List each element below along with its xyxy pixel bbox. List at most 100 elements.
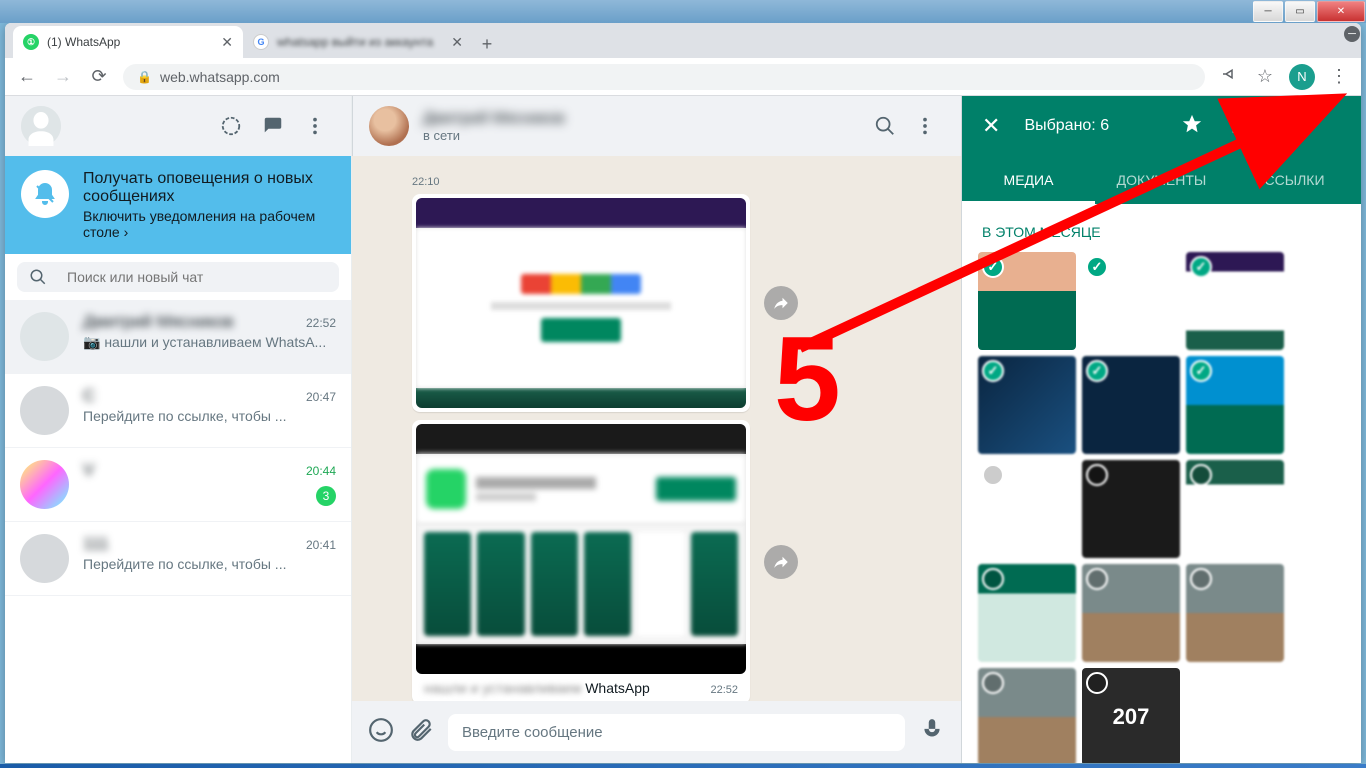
chat-preview: Перейдите по ссылке, чтобы ... [83, 408, 336, 424]
tab-title: (1) WhatsApp [47, 35, 213, 49]
attach-icon[interactable] [408, 717, 434, 748]
tab-links[interactable]: ССЫЛКИ [1228, 156, 1361, 204]
share-icon[interactable] [1217, 65, 1241, 88]
close-tab-icon[interactable]: ✕ [221, 34, 233, 51]
media-section-title: В ЭТОМ МЕСЯЦЕ [982, 224, 1341, 240]
chat-time: 20:47 [306, 390, 336, 404]
message-input[interactable]: Введите сообщение [448, 714, 905, 751]
forward-icon[interactable] [1273, 113, 1295, 140]
media-thumb[interactable] [1082, 564, 1180, 662]
media-thumb[interactable]: 207 [1082, 668, 1180, 763]
chat-list: Дмитрий Мясников22:52 📷 нашли и устанавл… [5, 300, 351, 763]
selected-count: Выбрано: 6 [1024, 117, 1157, 135]
forward-icon[interactable] [764, 286, 798, 320]
new-tab-button[interactable]: + [473, 30, 501, 58]
chat-avatar [20, 460, 69, 509]
tab-google-search[interactable]: G whatsapp выйти из аккаунта ✕ [243, 26, 473, 58]
composer: Введите сообщение [352, 701, 961, 763]
media-thumb[interactable] [978, 252, 1076, 350]
search-input[interactable] [67, 269, 327, 285]
chat-header: Дмитрий Мясников в сети [352, 96, 961, 156]
messages-list: 22:10 [352, 156, 961, 701]
close-panel-icon[interactable]: ✕ [982, 113, 1000, 139]
contact-avatar[interactable] [369, 106, 409, 146]
chat-name: Дмитрий Мясников [83, 312, 234, 332]
chat-avatar [20, 312, 69, 361]
close-window-button[interactable]: ✕ [1317, 1, 1365, 22]
media-grid: 207 [972, 252, 1351, 763]
message-image[interactable] [412, 194, 750, 412]
message-image[interactable]: нашли и устанавливаем WhatsApp 22:52 [412, 420, 750, 701]
chat-time: 20:41 [306, 538, 336, 552]
media-tabs: МЕДИА ДОКУМЕНТЫ ССЫЛКИ [962, 156, 1361, 204]
url-input[interactable]: 🔒 web.whatsapp.com [123, 64, 1205, 90]
search-container [5, 254, 351, 300]
media-thumb[interactable] [1082, 460, 1180, 558]
tab-media[interactable]: МЕДИА [962, 156, 1095, 204]
chat-item[interactable]: 111 20:41 Перейдите по ссылке, чтобы ... [5, 522, 351, 596]
delete-icon[interactable] [1227, 113, 1249, 140]
minimize-button[interactable]: ─ [1253, 1, 1283, 22]
search-box[interactable] [17, 262, 339, 292]
window-titlebar: ─ ▭ ✕ [0, 0, 1366, 23]
lock-icon: 🔒 [137, 70, 152, 84]
chat-item[interactable]: V20:44 3 [5, 448, 351, 522]
notification-subtitle: Включить уведомления на рабочем столе › [83, 208, 335, 240]
media-thumb[interactable] [1186, 356, 1284, 454]
emoji-icon[interactable] [368, 717, 394, 748]
chat-menu-icon[interactable] [905, 106, 945, 146]
download-icon[interactable] [1319, 113, 1341, 140]
chat-item[interactable]: C 20:47 Перейдите по ссылке, чтобы ... [5, 374, 351, 448]
media-thumb[interactable] [1186, 460, 1284, 558]
maximize-button[interactable]: ▭ [1285, 1, 1315, 22]
profile-avatar[interactable]: N [1289, 64, 1315, 90]
chat-avatar [20, 534, 69, 583]
chat-preview: Перейдите по ссылке, чтобы ... [83, 556, 336, 572]
reload-button[interactable]: ⟳ [87, 66, 111, 87]
browser-minimize[interactable]: ─ [1344, 26, 1360, 42]
mic-icon[interactable] [919, 717, 945, 748]
forward-button[interactable]: → [51, 66, 75, 87]
tab-title: whatsapp выйти из аккаунта [277, 35, 443, 49]
media-thumb[interactable] [1186, 564, 1284, 662]
status-icon[interactable] [211, 106, 251, 146]
caption-text: WhatsApp [585, 680, 650, 696]
notification-banner[interactable]: Получать оповещения о новых сообщениях В… [5, 156, 351, 254]
my-avatar[interactable] [21, 106, 61, 146]
star-icon[interactable] [1181, 113, 1203, 140]
forward-icon[interactable] [764, 545, 798, 579]
chat-name: 111 [83, 534, 109, 554]
chat-preview: 📷 нашли и устанавливаем WhatsA... [83, 334, 336, 351]
media-thumb[interactable] [1186, 252, 1284, 350]
chat-pane: Дмитрий Мясников в сети 22:10 [352, 96, 961, 763]
back-button[interactable]: ← [15, 66, 39, 87]
chat-item[interactable]: Дмитрий Мясников22:52 📷 нашли и устанавл… [5, 300, 351, 374]
message-time: 22:52 [710, 684, 738, 696]
tab-strip: ① (1) WhatsApp ✕ G whatsapp выйти из акк… [5, 23, 1361, 58]
message-time: 22:10 [412, 176, 440, 188]
media-panel: ✕ Выбрано: 6 МЕДИА ДОКУМЕНТЫ ССЫЛКИ В ЭТ… [961, 96, 1361, 763]
media-thumb[interactable] [1082, 252, 1180, 350]
search-in-chat-icon[interactable] [865, 106, 905, 146]
caption-blurred: нашли и устанавливаем [424, 680, 581, 696]
tab-documents[interactable]: ДОКУМЕНТЫ [1095, 156, 1228, 204]
close-tab-icon[interactable]: ✕ [451, 34, 463, 51]
chat-name: C [83, 386, 95, 406]
address-bar: ← → ⟳ 🔒 web.whatsapp.com ☆ N ⋮ [5, 58, 1361, 96]
whatsapp-favicon: ① [23, 34, 39, 50]
bookmark-icon[interactable]: ☆ [1253, 66, 1277, 87]
media-thumb[interactable] [1082, 356, 1180, 454]
thumb-label: 207 [1113, 704, 1150, 730]
media-thumb[interactable] [978, 356, 1076, 454]
new-chat-icon[interactable] [253, 106, 293, 146]
contact-status: в сети [423, 128, 565, 143]
search-icon [29, 268, 47, 286]
media-thumb[interactable] [978, 564, 1076, 662]
menu-icon[interactable] [295, 106, 335, 146]
media-header: ✕ Выбрано: 6 [962, 96, 1361, 156]
tab-whatsapp[interactable]: ① (1) WhatsApp ✕ [13, 26, 243, 58]
media-thumb[interactable] [978, 668, 1076, 763]
chat-time: 20:44 [306, 464, 336, 478]
browser-menu-icon[interactable]: ⋮ [1327, 66, 1351, 87]
media-thumb[interactable] [978, 460, 1076, 558]
